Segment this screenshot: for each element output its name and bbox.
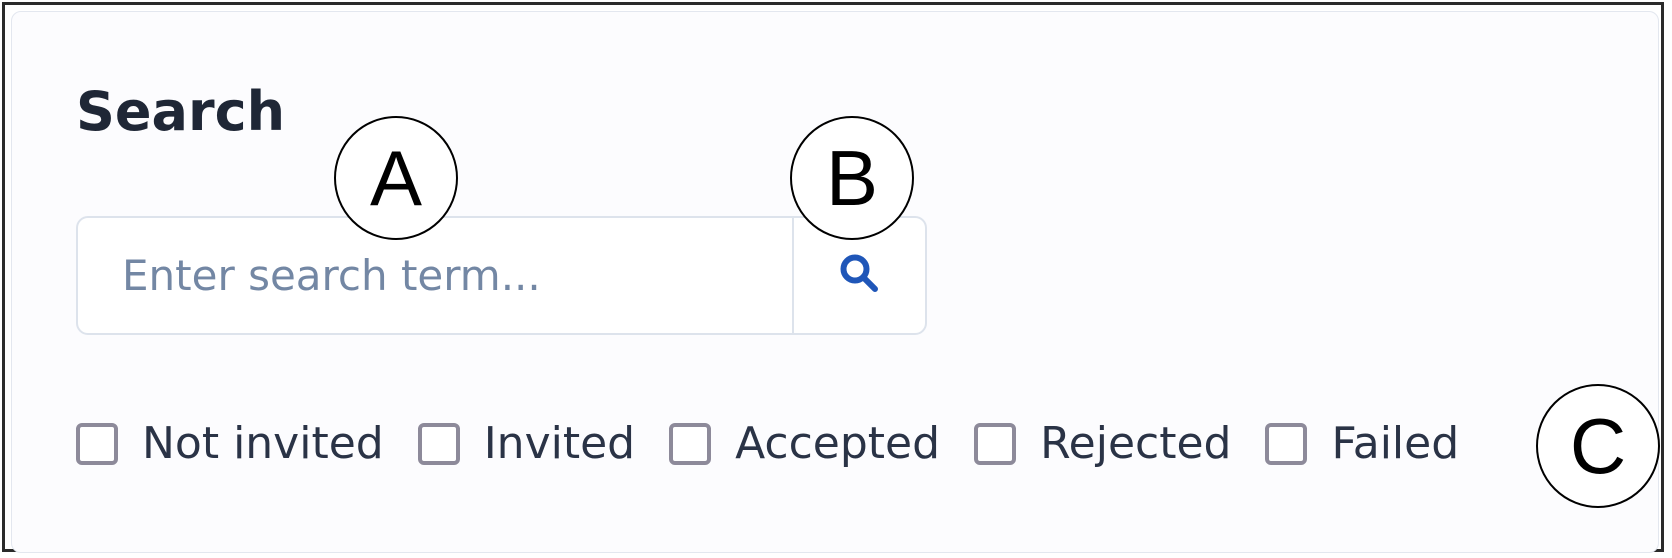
search-title: Search xyxy=(76,80,286,143)
filter-accepted[interactable]: Accepted xyxy=(669,414,940,474)
filter-not-invited-label: Not invited xyxy=(142,418,384,469)
status-filters: Not invited Invited Accepted Rejected Fa… xyxy=(76,414,1493,474)
filter-accepted-label: Accepted xyxy=(735,418,941,469)
filter-rejected-label: Rejected xyxy=(1040,418,1232,469)
callout-marker-c: C xyxy=(1536,384,1660,508)
filter-not-invited-checkbox[interactable] xyxy=(76,423,118,465)
callout-marker-a: A xyxy=(334,116,458,240)
filter-rejected[interactable]: Rejected xyxy=(974,414,1231,474)
filter-failed[interactable]: Failed xyxy=(1265,414,1459,474)
callout-marker-b: B xyxy=(790,116,914,240)
search-icon xyxy=(837,251,883,301)
filter-accepted-checkbox[interactable] xyxy=(669,423,712,465)
filter-invited-label: Invited xyxy=(483,418,636,469)
filter-not-invited[interactable]: Not invited xyxy=(76,414,384,474)
filter-invited-checkbox[interactable] xyxy=(417,423,460,465)
filter-rejected-checkbox[interactable] xyxy=(974,423,1017,465)
filter-failed-label: Failed xyxy=(1331,418,1460,469)
filter-invited[interactable]: Invited xyxy=(417,414,636,474)
search-input[interactable] xyxy=(78,218,792,333)
search-bar xyxy=(76,216,927,335)
filter-failed-checkbox[interactable] xyxy=(1265,423,1308,465)
